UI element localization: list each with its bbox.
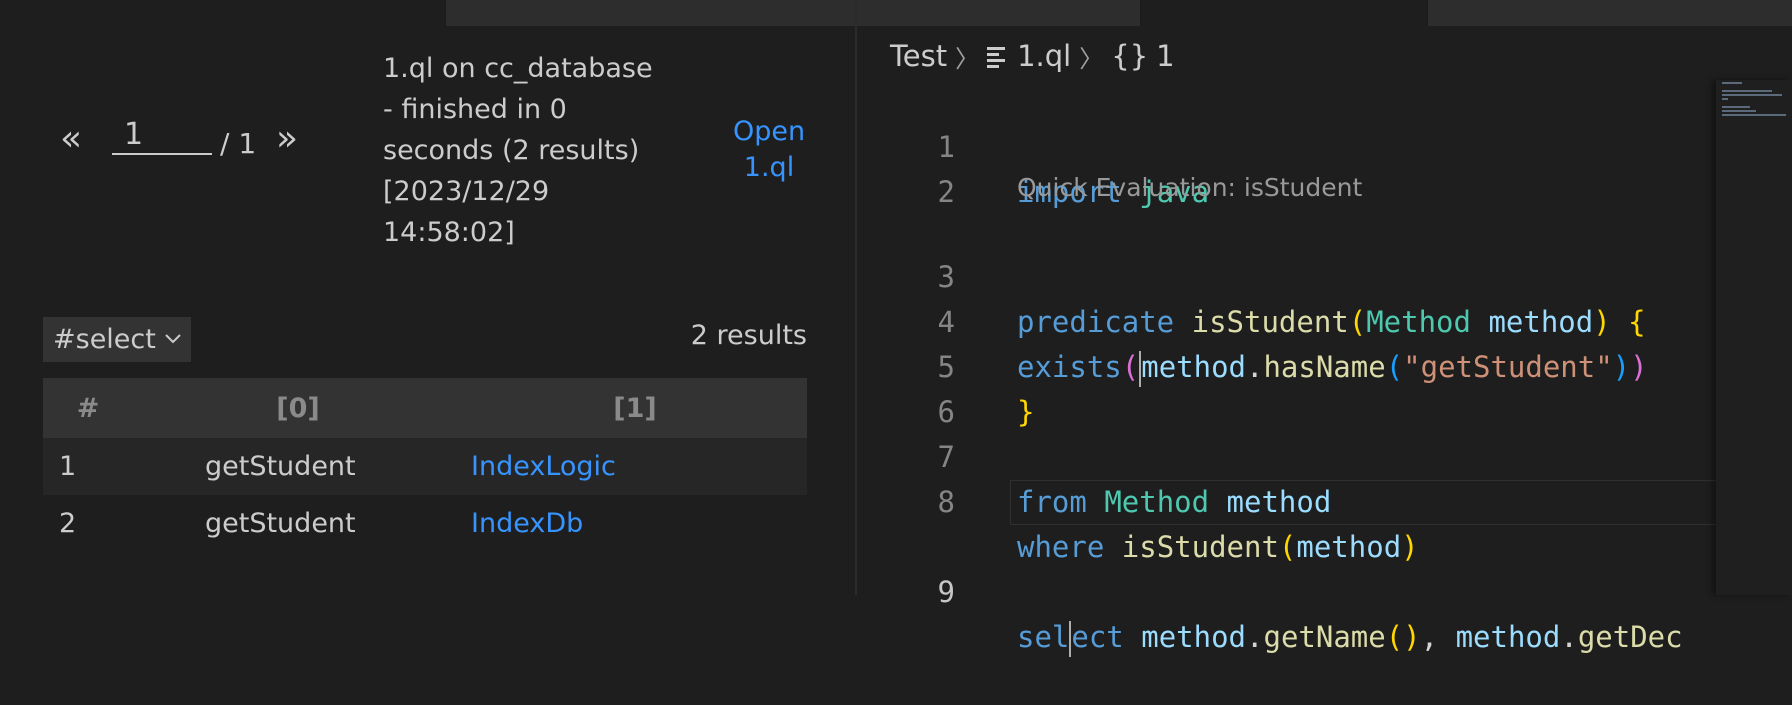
row-index: 2 <box>59 508 77 539</box>
code-line[interactable]: 6 <box>860 345 1715 429</box>
open-link-file[interactable]: 1.ql <box>726 150 812 186</box>
query-info: 1.ql on cc_database - finished in 0 seco… <box>383 48 683 253</box>
braces-icon: {} <box>1111 39 1149 73</box>
chevron-down-icon <box>164 317 182 362</box>
prev-page-button[interactable]: « <box>60 121 82 157</box>
row-cell-link[interactable]: IndexDb <box>471 508 807 539</box>
column-header-1[interactable]: [1] <box>463 393 807 424</box>
query-info-line: [2023/12/29 <box>383 176 550 207</box>
line-number: 9 <box>937 575 955 609</box>
next-page-button[interactable]: » <box>276 121 298 157</box>
minimap[interactable] <box>1716 80 1792 595</box>
file-lines-icon <box>987 45 1007 68</box>
code-line[interactable]: 8 where isStudent(method) <box>860 435 1715 564</box>
code-line[interactable]: 4 exists(method.hasName("getStudent")) <box>860 255 1715 387</box>
column-header-index[interactable]: # <box>43 393 133 424</box>
line-number: 2 <box>937 175 955 209</box>
breadcrumb: Test 〉 1.ql 〉 {} 1 <box>890 36 1175 76</box>
results-table: # [0] [1] 1 getStudent IndexLogic 2 getS… <box>43 378 807 552</box>
breadcrumb-file[interactable]: 1.ql <box>1017 39 1071 73</box>
query-info-line: 14:58:02] <box>383 217 515 248</box>
code-line[interactable]: 3 predicate isStudent(Method method) { <box>860 210 1715 339</box>
table-row: 1 getStudent IndexLogic <box>43 438 807 495</box>
code-line[interactable]: 2 <box>860 125 1715 209</box>
tab-bar <box>0 0 1792 26</box>
tab-3[interactable] <box>856 0 1141 26</box>
page-total: / 1 <box>220 127 257 160</box>
row-cell-name: getStudent <box>205 508 356 539</box>
column-header-0[interactable]: [0] <box>133 393 463 424</box>
tab-1[interactable] <box>0 0 446 26</box>
open-query-link[interactable]: Open 1.ql <box>726 114 812 186</box>
row-index: 1 <box>59 451 77 482</box>
tab-2[interactable] <box>446 0 856 26</box>
breadcrumb-folder[interactable]: Test <box>890 39 947 73</box>
table-header: # [0] [1] <box>43 378 807 438</box>
row-cell-name: getStudent <box>205 451 356 482</box>
code-line[interactable]: 7 from Method method <box>860 390 1715 519</box>
current-line-highlight <box>1010 480 1717 525</box>
code-line-active[interactable]: 9 select method.getName(), method.getDec <box>860 480 1717 657</box>
results-count: 2 results <box>690 320 807 351</box>
code-line[interactable]: 1 import java <box>860 80 1715 209</box>
table-row: 2 getStudent IndexDb <box>43 495 807 552</box>
chevron-right-icon: 〉 <box>1079 44 1104 73</box>
panel-divider[interactable] <box>855 0 857 595</box>
query-info-line: 1.ql on cc_database <box>383 53 653 84</box>
quick-evaluation-codelens[interactable]: Quick Evaluation: isStudent <box>1017 173 1362 202</box>
page-number-input[interactable] <box>112 115 212 155</box>
chevron-right-icon: 〉 <box>955 44 980 73</box>
row-cell-link[interactable]: IndexLogic <box>471 451 807 482</box>
tab-4-active[interactable] <box>1141 0 1428 26</box>
open-link-text[interactable]: Open <box>726 114 812 150</box>
query-info-line: seconds (2 results) <box>383 135 640 166</box>
result-set-dropdown[interactable]: #select <box>43 317 191 362</box>
code-line[interactable]: 5 } <box>860 300 1715 429</box>
breadcrumb-symbol[interactable]: 1 <box>1156 39 1174 73</box>
result-set-label: #select <box>53 324 156 355</box>
tab-5[interactable] <box>1428 0 1792 26</box>
code-editor[interactable]: 1 import java 2 Quick Evaluation: isStud… <box>860 80 1717 657</box>
query-info-line: - finished in 0 <box>383 94 567 125</box>
